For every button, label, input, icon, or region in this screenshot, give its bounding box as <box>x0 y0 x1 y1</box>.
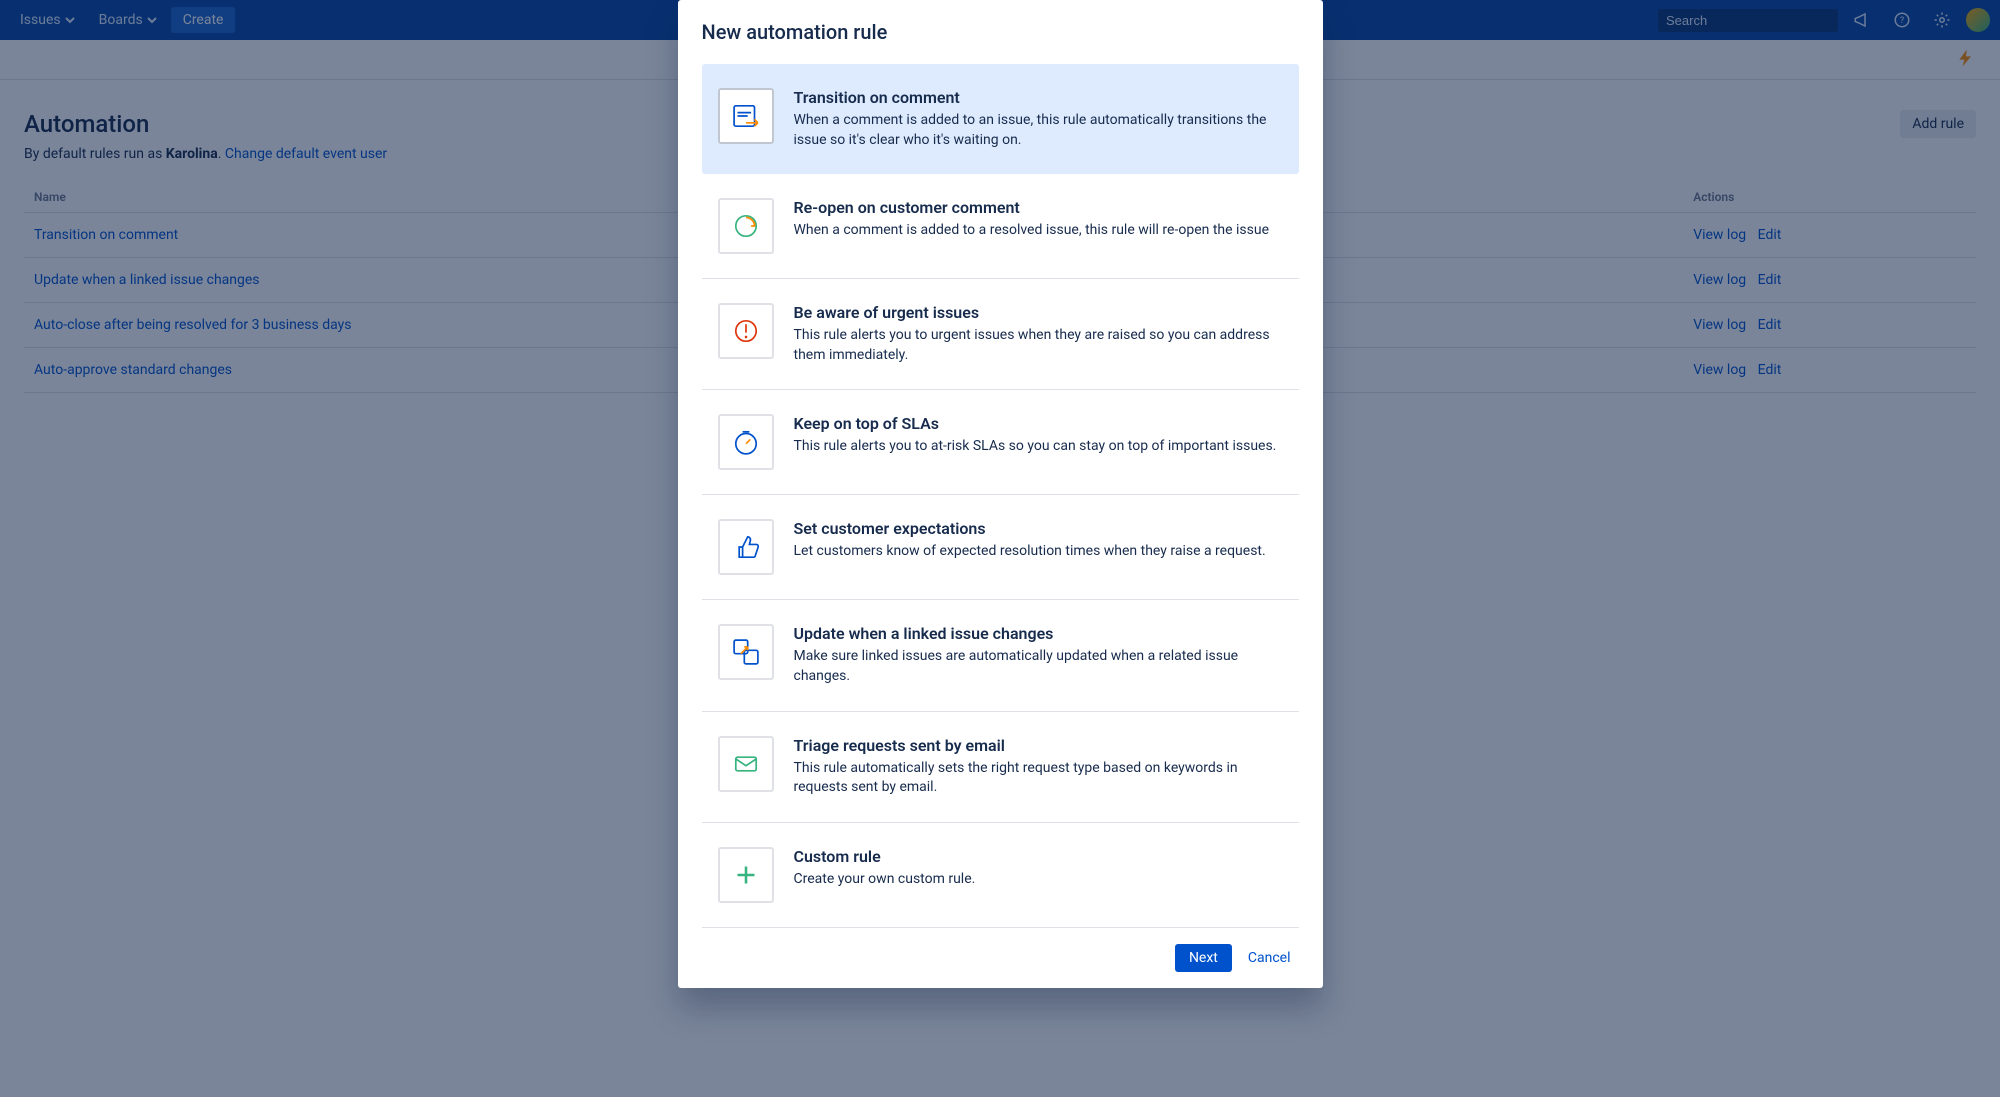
urgent-icon <box>718 303 774 359</box>
thumb-icon <box>718 519 774 575</box>
template-title: Custom rule <box>794 847 976 866</box>
template-title: Be aware of urgent issues <box>794 303 1283 322</box>
cancel-button[interactable]: Cancel <box>1240 944 1299 972</box>
custom-icon <box>718 847 774 903</box>
template-option[interactable]: Keep on top of SLAs This rule alerts you… <box>702 390 1299 495</box>
transition-icon <box>718 88 774 144</box>
reopen-icon <box>718 198 774 254</box>
template-description: Make sure linked issues are automaticall… <box>794 647 1283 686</box>
template-option[interactable]: Re-open on customer comment When a comme… <box>702 174 1299 279</box>
template-title: Set customer expectations <box>794 519 1266 538</box>
template-description: This rule alerts you to at-risk SLAs so … <box>794 437 1277 457</box>
template-description: When a comment is added to a resolved is… <box>794 221 1270 241</box>
template-option[interactable]: Update when a linked issue changes Make … <box>702 600 1299 711</box>
template-option[interactable]: Transition on comment When a comment is … <box>702 64 1299 174</box>
template-option[interactable]: Set customer expectations Let customers … <box>702 495 1299 600</box>
template-title: Re-open on customer comment <box>794 198 1270 217</box>
template-title: Keep on top of SLAs <box>794 414 1277 433</box>
modal-overlay: New automation rule Transition on commen… <box>0 0 2000 1097</box>
template-option[interactable]: Triage requests sent by email This rule … <box>702 712 1299 823</box>
template-title: Triage requests sent by email <box>794 736 1283 755</box>
template-option[interactable]: Be aware of urgent issues This rule aler… <box>702 279 1299 390</box>
linked-icon <box>718 624 774 680</box>
template-description: Let customers know of expected resolutio… <box>794 542 1266 562</box>
modal-body: Transition on comment When a comment is … <box>678 56 1323 928</box>
sla-icon <box>718 414 774 470</box>
email-icon <box>718 736 774 792</box>
next-button[interactable]: Next <box>1175 944 1232 972</box>
template-description: This rule automatically sets the right r… <box>794 759 1283 798</box>
template-description: Create your own custom rule. <box>794 870 976 890</box>
template-option[interactable]: Custom rule Create your own custom rule. <box>702 823 1299 928</box>
template-description: This rule alerts you to urgent issues wh… <box>794 326 1283 365</box>
template-description: When a comment is added to an issue, thi… <box>794 111 1283 150</box>
modal-title: New automation rule <box>678 0 1323 56</box>
modal-footer: Next Cancel <box>678 928 1323 988</box>
template-title: Update when a linked issue changes <box>794 624 1283 643</box>
new-rule-modal: New automation rule Transition on commen… <box>678 0 1323 988</box>
template-title: Transition on comment <box>794 88 1283 107</box>
